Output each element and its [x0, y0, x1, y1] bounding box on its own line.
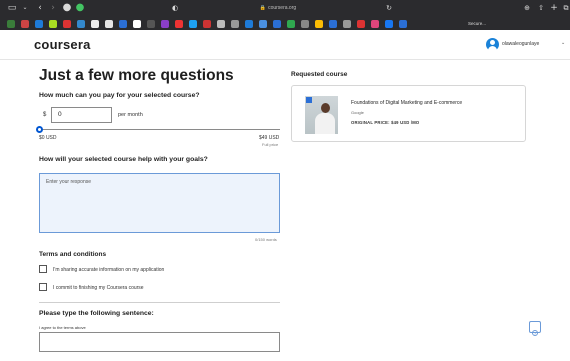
reload-icon[interactable]: ↻	[384, 3, 394, 13]
favorite-item[interactable]	[91, 20, 99, 28]
favorite-item[interactable]	[161, 20, 169, 28]
extension-icon[interactable]: ●	[62, 3, 72, 13]
tabs-icon[interactable]: ⧉	[561, 3, 570, 13]
course-card: Foundations of Digital Marketing and E-c…	[291, 85, 526, 142]
coursera-logo[interactable]: coursera	[34, 37, 91, 52]
help-button[interactable]: ?	[529, 321, 541, 336]
favorite-item[interactable]	[245, 20, 253, 28]
word-count: 0/150 words	[255, 237, 277, 242]
pay-question: How much can you pay for your selected c…	[39, 92, 200, 99]
page-title: Just a few more questions	[39, 67, 234, 84]
goals-textarea[interactable]: Enter your response	[39, 173, 280, 233]
sentence-to-type: I agree to the terms above	[39, 325, 86, 330]
sentence-input[interactable]	[39, 332, 280, 352]
divider	[39, 302, 280, 303]
favorite-item[interactable]	[329, 20, 337, 28]
favorite-item[interactable]	[21, 20, 29, 28]
favorite-item[interactable]	[119, 20, 127, 28]
course-price: ORIGINAL PRICE: $49 USD /MO	[351, 120, 420, 125]
terms-title: Terms and conditions	[39, 251, 107, 258]
favorite-item[interactable]	[189, 20, 197, 28]
range-max-label: $49 USD	[259, 135, 280, 141]
favorite-item[interactable]	[203, 20, 211, 28]
avatar[interactable]	[486, 38, 499, 51]
extension-green-icon[interactable]: ●	[75, 3, 85, 13]
favorite-item[interactable]	[133, 20, 141, 28]
lock-icon: 🔒	[259, 5, 267, 11]
amount-input[interactable]: 0	[51, 107, 112, 123]
favorite-item[interactable]	[7, 20, 15, 28]
course-provider: Google	[351, 110, 364, 115]
favorite-item[interactable]	[147, 20, 155, 28]
favorite-item[interactable]	[301, 20, 309, 28]
favorite-item[interactable]	[217, 20, 225, 28]
favorite-item[interactable]	[273, 20, 281, 28]
new-tab-icon[interactable]: +	[549, 3, 559, 13]
course-thumbnail	[305, 96, 338, 134]
favorite-item[interactable]	[371, 20, 379, 28]
goals-question: How will your selected course help with …	[39, 156, 208, 163]
chevron-down-icon[interactable]: ⌄	[20, 3, 30, 13]
favorite-item[interactable]	[49, 20, 57, 28]
currency-symbol: $	[43, 112, 47, 118]
browser-toolbar: ▭ ⌄ ‹ › ● ● ◐ 🔒 coursera.org ↻ ⊕ ⇧ + ⧉	[0, 0, 570, 17]
favorite-item[interactable]	[357, 20, 365, 28]
terms-checkbox-commit[interactable]	[39, 283, 47, 291]
favorite-item[interactable]	[399, 20, 407, 28]
chevron-down-icon[interactable]: ⌄	[561, 40, 565, 46]
share-icon[interactable]: ⇧	[536, 3, 546, 13]
back-icon[interactable]: ‹	[35, 3, 45, 13]
provider-badge-icon	[306, 97, 312, 103]
help-icon: ?	[532, 330, 538, 336]
favorite-item[interactable]	[175, 20, 183, 28]
course-name: Foundations of Digital Marketing and E-c…	[351, 100, 463, 106]
download-icon[interactable]: ⊕	[522, 3, 532, 13]
site-header: coursera olawaleogunlaye ⌄	[0, 30, 570, 60]
favorite-item[interactable]	[287, 20, 295, 28]
favorite-item[interactable]	[77, 20, 85, 28]
favorite-item[interactable]	[105, 20, 113, 28]
price-slider-track[interactable]	[39, 129, 280, 130]
type-sentence-title: Please type the following sentence:	[39, 310, 154, 317]
favorite-item[interactable]	[35, 20, 43, 28]
favorite-item[interactable]	[385, 20, 393, 28]
favorite-label[interactable]: Secure...	[468, 20, 486, 28]
sidebar-icon[interactable]: ▭	[7, 3, 17, 13]
address-bar[interactable]: 🔒 coursera.org	[108, 3, 448, 14]
favorite-item[interactable]	[259, 20, 267, 28]
full-price-label: Full price	[262, 142, 279, 147]
address-text: coursera.org	[268, 5, 297, 11]
favorite-item[interactable]	[343, 20, 351, 28]
favorite-item[interactable]	[231, 20, 239, 28]
favorite-item[interactable]	[315, 20, 323, 28]
username[interactable]: olawaleogunlaye	[502, 41, 539, 47]
favorite-item[interactable]	[63, 20, 71, 28]
favorites-bar: Secure...	[0, 18, 570, 30]
terms-label-commit[interactable]: I commit to finishing my Coursera course	[53, 285, 144, 291]
terms-checkbox-accurate[interactable]	[39, 265, 47, 273]
forward-icon[interactable]: ›	[48, 3, 58, 13]
per-month-label: per month	[118, 112, 143, 118]
browser-chrome: ▭ ⌄ ‹ › ● ● ◐ 🔒 coursera.org ↻ ⊕ ⇧ + ⧉ Se…	[0, 0, 570, 30]
price-slider-handle[interactable]	[36, 126, 43, 133]
requested-course-title: Requested course	[291, 71, 348, 78]
terms-label-accurate[interactable]: I'm sharing accurate information on my a…	[53, 267, 164, 273]
range-min-label: $0 USD	[39, 135, 57, 141]
